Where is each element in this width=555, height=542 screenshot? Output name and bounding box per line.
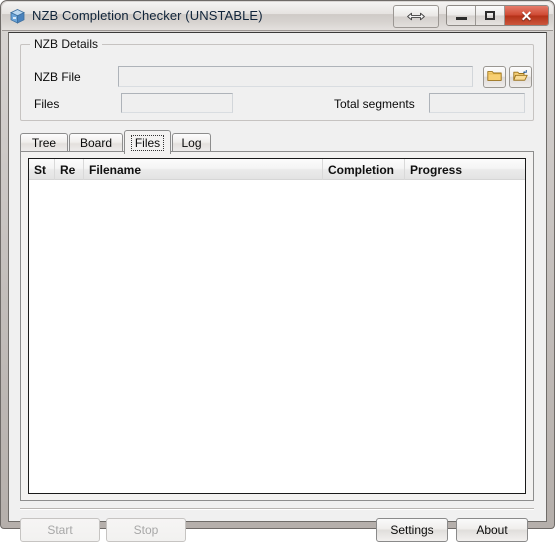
settings-button-label: Settings [390,523,434,537]
tab-tree[interactable]: Tree [20,133,68,152]
tab-board-label: Board [79,136,113,150]
tab-log-label: Log [181,136,202,150]
start-button[interactable]: Start [20,518,100,542]
folder-open-icon [513,69,528,85]
files-list-body[interactable] [29,180,525,493]
stop-button-label: Stop [133,523,159,537]
tab-strip: Tree Board Files Log [20,130,534,154]
tab-panel-files: St Re Filename Completion Progress [20,151,534,501]
blue-cube-icon [9,8,26,25]
close-icon[interactable]: ✕ [505,6,548,25]
minimize-icon[interactable] [447,6,476,25]
tab-files-label: Files [130,135,165,151]
nzb-details-group: NZB Details NZB File Files Total segment… [20,37,534,121]
column-header-filename[interactable]: Filename [84,159,323,180]
application-window: NZB Completion Checker (UNSTABLE) ✕ NZB … [0,0,555,542]
about-button-label: About [476,523,508,537]
column-header-status[interactable]: St [29,159,55,180]
close-glyph: ✕ [520,7,533,24]
window-button-group: ✕ [446,5,549,26]
nzb-details-legend: NZB Details [30,37,103,51]
start-button-label: Start [47,523,73,537]
column-header-required[interactable]: Re [55,159,84,180]
settings-button[interactable]: Settings [376,518,448,542]
about-button[interactable]: About [456,518,528,542]
files-label: Files [34,97,60,111]
files-listview[interactable]: St Re Filename Completion Progress [28,158,526,494]
tab-files[interactable]: Files [124,130,171,154]
title-bar: NZB Completion Checker (UNSTABLE) ✕ [2,2,553,31]
browse-folder-button[interactable] [483,66,506,88]
bottom-separator [20,508,534,510]
total-segments-label: Total segments [334,97,415,111]
window-title: NZB Completion Checker (UNSTABLE) [32,8,263,23]
resize-arrow-icon[interactable] [393,5,439,28]
folder-closed-icon [487,69,502,85]
column-header-completion[interactable]: Completion [323,159,405,180]
tab-log[interactable]: Log [172,133,211,152]
open-folder-button[interactable] [509,66,532,88]
files-list-header: St Re Filename Completion Progress [29,159,525,180]
column-header-progress[interactable]: Progress [405,159,525,180]
nzb-file-label: NZB File [34,70,81,84]
maximize-icon[interactable] [476,6,505,25]
total-segments-input[interactable] [429,93,525,113]
stop-button[interactable]: Stop [106,518,186,542]
tab-board[interactable]: Board [69,133,123,152]
window-controls: ✕ [393,5,549,28]
files-input[interactable] [121,93,233,113]
tab-tree-label: Tree [31,136,57,150]
client-area: NZB Details NZB File Files Total segment… [8,32,547,542]
nzb-file-input[interactable] [118,66,473,87]
